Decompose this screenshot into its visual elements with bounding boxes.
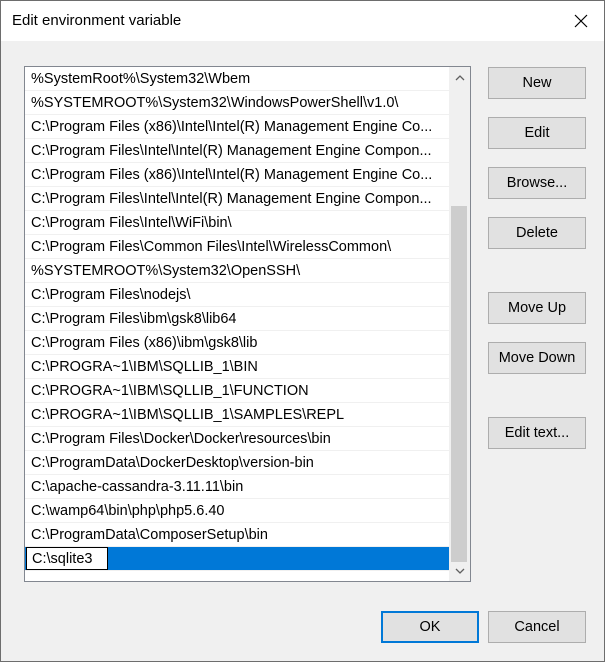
- move-down-button[interactable]: Move Down: [488, 342, 586, 374]
- close-button[interactable]: [558, 1, 604, 41]
- scroll-thumb[interactable]: [451, 206, 467, 562]
- list-item[interactable]: C:\Program Files\Intel\Intel(R) Manageme…: [25, 187, 449, 211]
- chevron-up-icon: [455, 74, 464, 80]
- list-item[interactable]: C:\Program Files (x86)\ibm\gsk8\lib: [25, 331, 449, 355]
- list-item-selected[interactable]: [25, 547, 449, 571]
- ok-button[interactable]: OK: [381, 611, 479, 643]
- title-bar: Edit environment variable: [1, 1, 604, 41]
- list-item[interactable]: C:\apache-cassandra-3.11.11\bin: [25, 475, 449, 499]
- path-list-items: %SystemRoot%\System32\Wbem %SYSTEMROOT%\…: [25, 67, 449, 571]
- edit-button[interactable]: Edit: [488, 117, 586, 149]
- cancel-button[interactable]: Cancel: [488, 611, 586, 643]
- browse-button[interactable]: Browse...: [488, 167, 586, 199]
- list-item[interactable]: C:\PROGRA~1\IBM\SQLLIB_1\BIN: [25, 355, 449, 379]
- close-icon: [574, 14, 588, 28]
- edit-environment-variable-dialog: Edit environment variable %SystemRoot%\S…: [0, 0, 605, 662]
- list-item[interactable]: C:\PROGRA~1\IBM\SQLLIB_1\SAMPLES\REPL: [25, 403, 449, 427]
- scroll-up-button[interactable]: [449, 67, 470, 88]
- vertical-scrollbar[interactable]: [449, 67, 470, 581]
- list-item[interactable]: C:\Program Files (x86)\Intel\Intel(R) Ma…: [25, 163, 449, 187]
- move-up-button[interactable]: Move Up: [488, 292, 586, 324]
- list-item[interactable]: C:\PROGRA~1\IBM\SQLLIB_1\FUNCTION: [25, 379, 449, 403]
- path-list[interactable]: %SystemRoot%\System32\Wbem %SYSTEMROOT%\…: [24, 66, 471, 582]
- list-item[interactable]: %SYSTEMROOT%\System32\OpenSSH\: [25, 259, 449, 283]
- list-item[interactable]: C:\ProgramData\ComposerSetup\bin: [25, 523, 449, 547]
- list-item[interactable]: C:\Program Files\Intel\Intel(R) Manageme…: [25, 139, 449, 163]
- list-item[interactable]: %SystemRoot%\System32\Wbem: [25, 67, 449, 91]
- list-item[interactable]: C:\Program Files (x86)\Intel\Intel(R) Ma…: [25, 115, 449, 139]
- chevron-down-icon: [455, 568, 464, 574]
- dialog-title: Edit environment variable: [12, 12, 182, 29]
- list-item[interactable]: %SYSTEMROOT%\System32\WindowsPowerShell\…: [25, 91, 449, 115]
- delete-button[interactable]: Delete: [488, 217, 586, 249]
- path-edit-input[interactable]: [26, 547, 108, 570]
- list-item[interactable]: C:\Program Files\nodejs\: [25, 283, 449, 307]
- list-item[interactable]: C:\Program Files\ibm\gsk8\lib64: [25, 307, 449, 331]
- list-item[interactable]: C:\ProgramData\DockerDesktop\version-bin: [25, 451, 449, 475]
- scroll-down-button[interactable]: [449, 560, 470, 581]
- list-item[interactable]: C:\Program Files\Docker\Docker\resources…: [25, 427, 449, 451]
- new-button[interactable]: New: [488, 67, 586, 99]
- edit-text-button[interactable]: Edit text...: [488, 417, 586, 449]
- list-item[interactable]: C:\wamp64\bin\php\php5.6.40: [25, 499, 449, 523]
- list-item[interactable]: C:\Program Files\Common Files\Intel\Wire…: [25, 235, 449, 259]
- list-item[interactable]: C:\Program Files\Intel\WiFi\bin\: [25, 211, 449, 235]
